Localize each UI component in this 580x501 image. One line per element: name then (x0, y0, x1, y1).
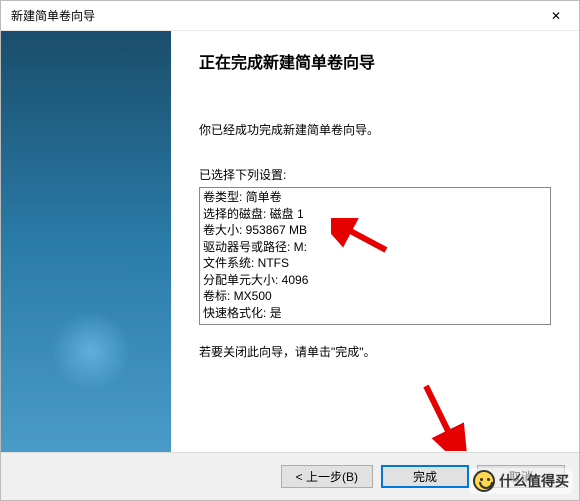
settings-label: 已选择下列设置: (199, 166, 551, 183)
watermark-text: 什么值得买 (499, 471, 569, 491)
wizard-heading: 正在完成新建简单卷向导 (199, 49, 551, 73)
settings-line: 卷标: MX500 (201, 288, 549, 305)
wizard-body: 正在完成新建简单卷向导 你已经成功完成新建简单卷向导。 已选择下列设置: 卷类型… (1, 31, 579, 452)
wizard-window: 新建简单卷向导 ✕ 正在完成新建简单卷向导 你已经成功完成新建简单卷向导。 已选… (0, 0, 580, 501)
settings-listbox[interactable]: 卷类型: 简单卷 选择的磁盘: 磁盘 1 卷大小: 953867 MB 驱动器号… (199, 187, 551, 325)
watermark: 什么值得买 (469, 468, 573, 494)
wizard-main: 正在完成新建简单卷向导 你已经成功完成新建简单卷向导。 已选择下列设置: 卷类型… (171, 31, 579, 452)
close-hint-text: 若要关闭此向导，请单击"完成"。 (199, 343, 551, 360)
titlebar: 新建简单卷向导 ✕ (1, 1, 579, 31)
wizard-intro-text: 你已经成功完成新建简单卷向导。 (199, 121, 551, 138)
close-icon: ✕ (551, 9, 561, 23)
settings-line: 分配单元大小: 4096 (201, 272, 549, 289)
back-button[interactable]: < 上一步(B) (281, 465, 373, 488)
settings-line: 卷大小: 953867 MB (201, 222, 549, 239)
settings-line: 文件系统: NTFS (201, 255, 549, 272)
close-button[interactable]: ✕ (533, 1, 579, 31)
window-title: 新建简单卷向导 (11, 7, 95, 24)
settings-line: 卷类型: 简单卷 (201, 189, 549, 206)
wizard-sidebar-graphic (1, 31, 171, 452)
finish-button[interactable]: 完成 (381, 465, 469, 488)
settings-line: 快速格式化: 是 (201, 305, 549, 322)
settings-line: 驱动器号或路径: M: (201, 239, 549, 256)
smile-icon (473, 470, 495, 492)
settings-line: 选择的磁盘: 磁盘 1 (201, 206, 549, 223)
